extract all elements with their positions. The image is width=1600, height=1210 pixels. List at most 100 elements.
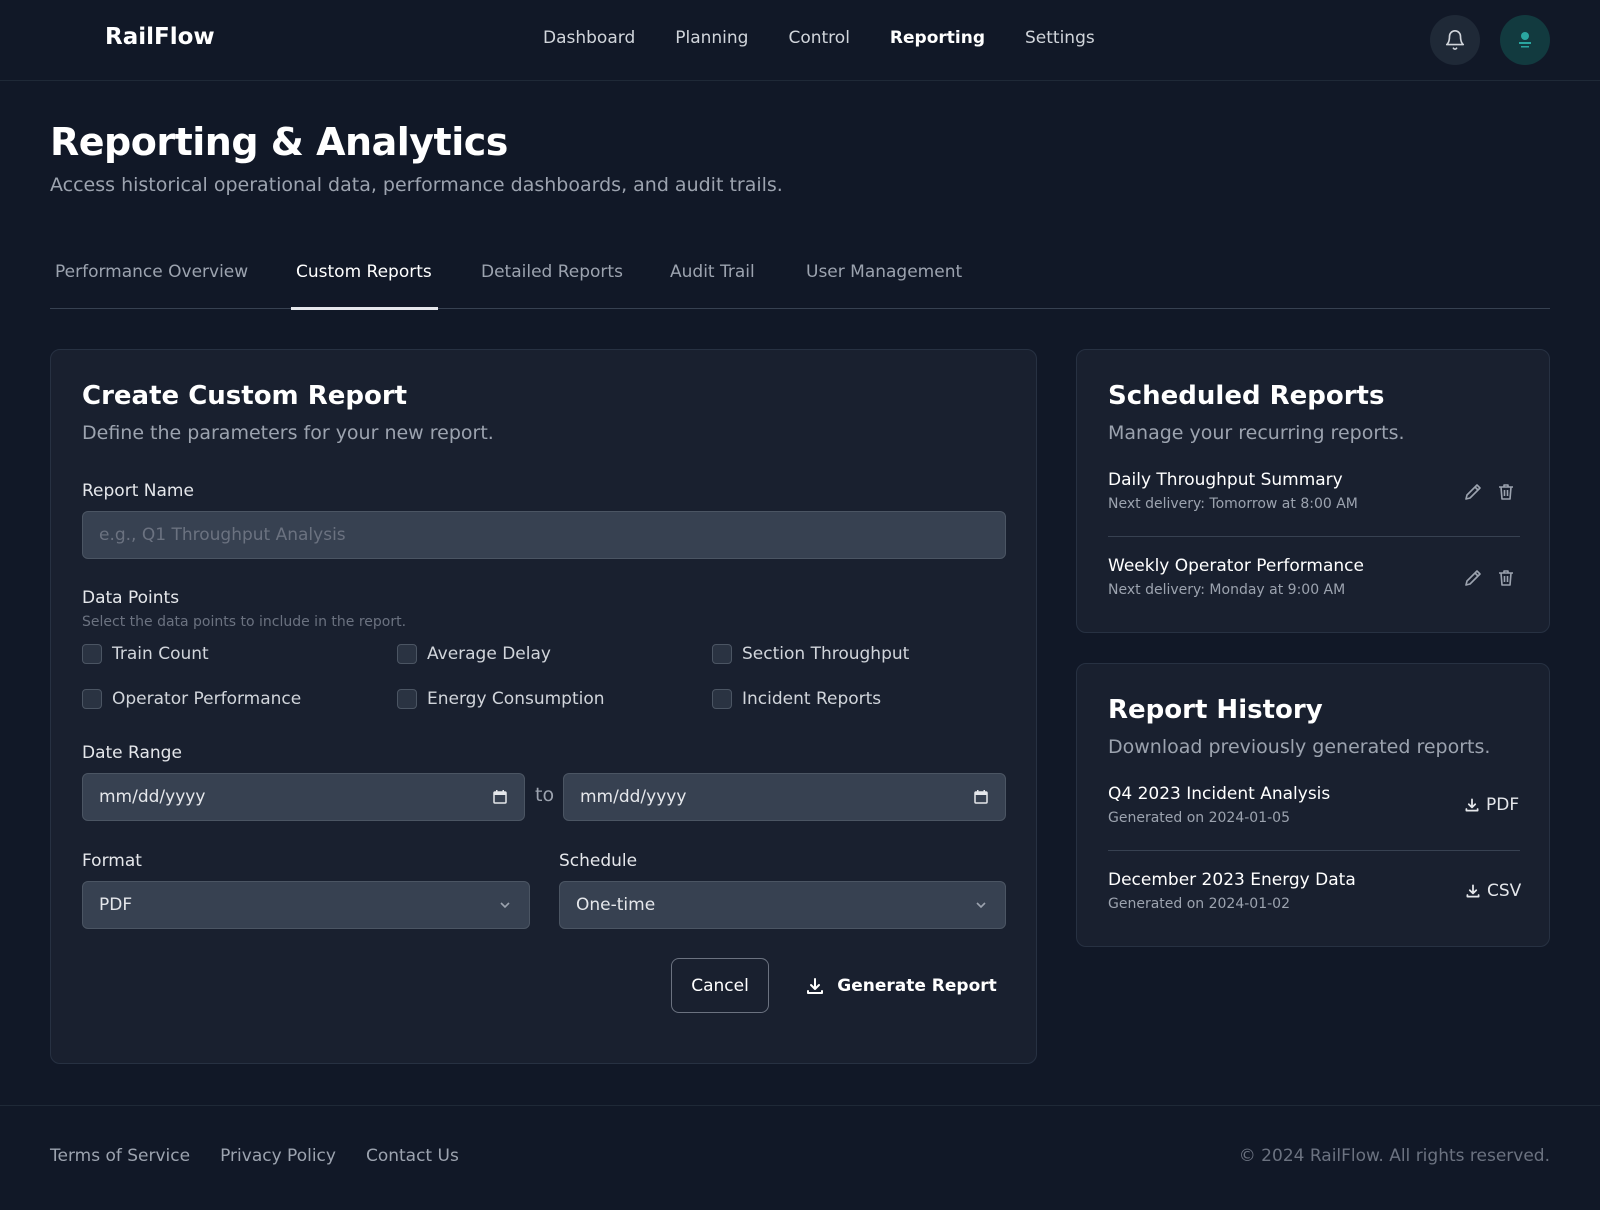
page-title: Reporting & Analytics — [50, 120, 508, 164]
download-csv-button[interactable]: CSV — [1465, 881, 1521, 901]
notifications-button[interactable] — [1430, 15, 1480, 65]
delete-button[interactable] — [1496, 482, 1516, 502]
calendar-icon[interactable] — [973, 789, 989, 805]
schedule-label: Schedule — [559, 851, 638, 871]
download-pdf-button[interactable]: PDF — [1464, 795, 1519, 815]
delete-button[interactable] — [1496, 568, 1516, 588]
history-report-meta: Generated on 2024-01-02 — [1108, 896, 1290, 912]
checkbox-label: Train Count — [112, 644, 209, 664]
report-history-card: Report History Download previously gener… — [1076, 663, 1550, 947]
download-icon — [1466, 884, 1480, 898]
format-label: Format — [82, 851, 142, 871]
data-points-hint: Select the data points to include in the… — [82, 614, 407, 630]
download-format-label: CSV — [1487, 881, 1522, 901]
checkbox-label: Energy Consumption — [427, 689, 605, 709]
end-date-input[interactable]: mm/dd/yyyy — [563, 773, 1006, 821]
footer-links: Terms of Service Privacy Policy Contact … — [50, 1146, 459, 1166]
checkbox-box[interactable] — [397, 689, 417, 709]
history-report-meta: Generated on 2024-01-05 — [1108, 810, 1290, 826]
edit-button[interactable] — [1463, 482, 1483, 502]
brand-logo[interactable]: RailFlow — [105, 24, 215, 50]
create-report-card: Create Custom Report Define the paramete… — [50, 349, 1037, 1064]
scheduled-report-meta: Next delivery: Tomorrow at 8:00 AM — [1108, 496, 1358, 512]
scheduled-reports-card: Scheduled Reports Manage your recurring … — [1076, 349, 1550, 633]
top-navigation-bar: RailFlow Dashboard Planning Control Repo… — [0, 0, 1600, 81]
list-divider — [1108, 536, 1520, 537]
chevron-down-icon — [500, 902, 510, 909]
report-history-title: Report History — [1108, 695, 1323, 725]
tab-audit-trail[interactable]: Audit Trail — [670, 262, 755, 309]
nav-item-control[interactable]: Control — [788, 28, 849, 48]
report-name-input[interactable]: e.g., Q1 Throughput Analysis — [82, 511, 1006, 559]
calendar-icon[interactable] — [492, 789, 508, 805]
schedule-select[interactable]: One-time — [559, 881, 1006, 929]
edit-button[interactable] — [1463, 568, 1483, 588]
page-subtitle: Access historical operational data, perf… — [50, 174, 783, 196]
pencil-icon — [1465, 570, 1481, 586]
avatar-icon — [1519, 32, 1531, 48]
reporting-tabs: Performance Overview Custom Reports Deta… — [50, 250, 1550, 310]
scheduled-report-name: Daily Throughput Summary — [1108, 470, 1343, 490]
download-format-label: PDF — [1486, 795, 1520, 815]
checkbox-energy-consumption[interactable]: Energy Consumption — [397, 689, 605, 709]
list-item: Q4 2023 Incident Analysis Generated on 2… — [1108, 784, 1520, 826]
create-report-subtitle: Define the parameters for your new repor… — [82, 422, 494, 444]
checkbox-label: Average Delay — [427, 644, 551, 664]
nav-item-dashboard[interactable]: Dashboard — [543, 28, 635, 48]
tab-custom-reports[interactable]: Custom Reports — [291, 262, 438, 310]
checkbox-train-count[interactable]: Train Count — [82, 644, 209, 664]
start-date-placeholder: mm/dd/yyyy — [99, 787, 206, 807]
tab-detailed-reports[interactable]: Detailed Reports — [481, 262, 623, 309]
schedule-value: One-time — [576, 895, 656, 915]
date-range-separator: to — [535, 784, 555, 806]
download-icon — [1465, 798, 1479, 812]
checkbox-operator-performance[interactable]: Operator Performance — [82, 689, 301, 709]
trash-icon — [1499, 570, 1513, 586]
user-avatar[interactable] — [1500, 15, 1550, 65]
list-item: Weekly Operator Performance Next deliver… — [1108, 556, 1520, 598]
trash-icon — [1499, 484, 1513, 500]
main-nav: Dashboard Planning Control Reporting Set… — [543, 28, 1095, 48]
checkbox-label: Operator Performance — [112, 689, 302, 709]
list-item: December 2023 Energy Data Generated on 2… — [1108, 870, 1520, 912]
footer-link-privacy[interactable]: Privacy Policy — [220, 1146, 336, 1166]
checkbox-incident-reports[interactable]: Incident Reports — [712, 689, 881, 709]
checkbox-section-throughput[interactable]: Section Throughput — [712, 644, 909, 664]
generate-report-button[interactable]: Generate Report — [804, 958, 998, 1013]
copyright-text: © 2024 RailFlow. All rights reserved. — [1238, 1146, 1550, 1166]
checkbox-label: Incident Reports — [742, 689, 882, 709]
list-item: Daily Throughput Summary Next delivery: … — [1108, 470, 1520, 512]
checkbox-box[interactable] — [82, 689, 102, 709]
chevron-down-icon — [976, 902, 986, 909]
nav-item-planning[interactable]: Planning — [675, 28, 748, 48]
bell-icon — [1445, 30, 1465, 50]
format-select[interactable]: PDF — [82, 881, 530, 929]
report-history-subtitle: Download previously generated reports. — [1108, 736, 1491, 758]
format-value: PDF — [99, 895, 133, 915]
tab-performance-overview[interactable]: Performance Overview — [55, 262, 248, 309]
checkbox-label: Section Throughput — [742, 644, 910, 664]
scheduled-reports-subtitle: Manage your recurring reports. — [1108, 422, 1405, 444]
footer: Terms of Service Privacy Policy Contact … — [0, 1105, 1600, 1210]
end-date-placeholder: mm/dd/yyyy — [580, 787, 687, 807]
footer-link-terms[interactable]: Terms of Service — [50, 1146, 190, 1166]
history-report-name: Q4 2023 Incident Analysis — [1108, 784, 1331, 804]
download-icon — [807, 977, 824, 994]
scheduled-report-meta: Next delivery: Monday at 9:00 AM — [1108, 582, 1346, 598]
checkbox-average-delay[interactable]: Average Delay — [397, 644, 551, 664]
checkbox-box[interactable] — [712, 689, 732, 709]
footer-link-contact[interactable]: Contact Us — [366, 1146, 459, 1166]
list-divider — [1108, 850, 1520, 851]
nav-item-reporting[interactable]: Reporting — [890, 28, 985, 48]
checkbox-box[interactable] — [82, 644, 102, 664]
generate-report-label: Generate Report — [837, 975, 997, 996]
tab-user-management[interactable]: User Management — [806, 262, 962, 309]
pencil-icon — [1465, 484, 1481, 500]
checkbox-box[interactable] — [397, 644, 417, 664]
checkbox-box[interactable] — [712, 644, 732, 664]
history-report-name: December 2023 Energy Data — [1108, 870, 1356, 890]
cancel-button[interactable]: Cancel — [671, 958, 769, 1013]
scheduled-report-name: Weekly Operator Performance — [1108, 556, 1364, 576]
nav-item-settings[interactable]: Settings — [1025, 28, 1095, 48]
start-date-input[interactable]: mm/dd/yyyy — [82, 773, 525, 821]
